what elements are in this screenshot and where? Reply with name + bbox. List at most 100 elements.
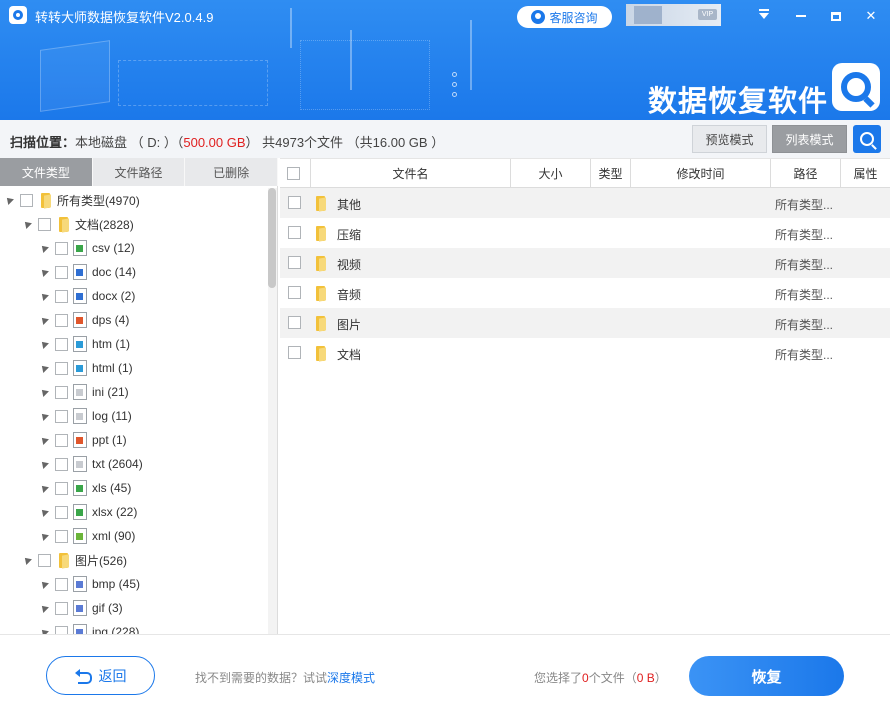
table-row[interactable]: 图片 所有类型...	[280, 308, 890, 338]
expand-arrow-icon[interactable]	[39, 627, 49, 634]
expand-arrow-icon[interactable]	[39, 531, 49, 541]
tab-file-type[interactable]: 文件类型	[0, 158, 93, 186]
expand-arrow-icon[interactable]	[39, 435, 49, 445]
recover-button[interactable]: 恢复	[689, 656, 844, 696]
tree-item-checkbox[interactable]	[55, 529, 68, 543]
minimize-button[interactable]	[790, 6, 812, 26]
tree-item-checkbox[interactable]	[55, 577, 68, 591]
expand-arrow-icon[interactable]	[39, 315, 49, 325]
tree-item-label: xlsx (22)	[92, 505, 138, 519]
deep-mode-link[interactable]: 深度模式	[327, 671, 375, 685]
row-checkbox[interactable]	[288, 286, 301, 299]
table-row[interactable]: 视频 所有类型...	[280, 248, 890, 278]
tree-item[interactable]: 文档(2828)	[0, 212, 268, 236]
tree-item[interactable]: ini (21)	[0, 380, 268, 404]
tree-item-checkbox[interactable]	[55, 337, 68, 351]
expand-arrow-icon[interactable]	[39, 579, 49, 589]
expand-arrow-icon[interactable]	[39, 339, 49, 349]
maximize-button[interactable]	[825, 6, 847, 26]
table-row[interactable]: 文档 所有类型...	[280, 338, 890, 368]
expand-arrow-icon[interactable]	[39, 483, 49, 493]
menu-dropdown-button[interactable]	[753, 6, 775, 26]
tab-file-path[interactable]: 文件路径	[92, 158, 186, 186]
file-type-tree: 所有类型(4970) 文档(2828) csv (12) doc (14) docx (…	[0, 188, 268, 634]
close-button[interactable]: ✕	[860, 6, 882, 26]
expand-arrow-icon[interactable]	[39, 507, 49, 517]
row-checkbox[interactable]	[288, 256, 301, 269]
tree-scrollbar-thumb[interactable]	[268, 188, 276, 288]
doc-file-icon	[73, 264, 87, 280]
tree-item-checkbox[interactable]	[55, 625, 68, 634]
hint-text: 找不到需要的数据？试试	[195, 671, 328, 685]
expand-arrow-icon[interactable]	[39, 603, 49, 613]
tree-item[interactable]: log (11)	[0, 404, 268, 428]
table-row[interactable]: 音频 所有类型...	[280, 278, 890, 308]
tree-item-checkbox[interactable]	[55, 481, 68, 495]
expand-arrow-icon[interactable]	[22, 219, 32, 229]
preview-mode-button[interactable]: 预览模式	[692, 125, 767, 153]
expand-arrow-icon[interactable]	[39, 387, 49, 397]
tree-item-checkbox[interactable]	[55, 601, 68, 615]
customer-service-button[interactable]: 客服咨询	[517, 6, 612, 28]
tree-item-checkbox[interactable]	[55, 457, 68, 471]
tree-item[interactable]: doc (14)	[0, 260, 268, 284]
tree-item-checkbox[interactable]	[55, 289, 68, 303]
select-all-checkbox[interactable]	[287, 167, 300, 180]
decorative-line	[470, 20, 472, 90]
tree-item[interactable]: txt (2604)	[0, 452, 268, 476]
expand-arrow-icon[interactable]	[39, 411, 49, 421]
tree-item[interactable]: gif (3)	[0, 596, 268, 620]
column-header-attributes[interactable]: 属性	[840, 159, 890, 188]
expand-arrow-icon[interactable]	[39, 459, 49, 469]
tree-item-checkbox[interactable]	[38, 553, 51, 567]
row-checkbox[interactable]	[288, 226, 301, 239]
tree-item[interactable]: docx (2)	[0, 284, 268, 308]
tree-item-label: jpg (228)	[92, 625, 140, 634]
expand-arrow-icon[interactable]	[39, 267, 49, 277]
tree-item-checkbox[interactable]	[55, 313, 68, 327]
tree-item-checkbox[interactable]	[55, 409, 68, 423]
expand-arrow-icon[interactable]	[4, 195, 14, 205]
tree-item[interactable]: htm (1)	[0, 332, 268, 356]
back-button[interactable]: 返回	[46, 656, 155, 695]
tree-item-label: dps (4)	[92, 313, 130, 327]
tab-deleted[interactable]: 已删除	[185, 158, 279, 186]
column-header-path[interactable]: 路径	[770, 159, 840, 188]
tree-item-checkbox[interactable]	[55, 265, 68, 279]
row-checkbox[interactable]	[288, 346, 301, 359]
tree-item-checkbox[interactable]	[55, 241, 68, 255]
tree-item-checkbox[interactable]	[55, 433, 68, 447]
row-checkbox[interactable]	[288, 316, 301, 329]
expand-arrow-icon[interactable]	[22, 555, 32, 565]
tree-item[interactable]: 所有类型(4970)	[0, 188, 268, 212]
list-mode-button[interactable]: 列表模式	[772, 125, 847, 153]
search-button[interactable]	[853, 125, 881, 153]
deep-scan-hint: 找不到需要的数据？试试深度模式	[195, 669, 375, 686]
tree-item[interactable]: xml (90)	[0, 524, 268, 548]
tree-item[interactable]: html (1)	[0, 356, 268, 380]
tree-item[interactable]: bmp (45)	[0, 572, 268, 596]
column-header-size[interactable]: 大小	[510, 159, 590, 188]
column-header-modified[interactable]: 修改时间	[630, 159, 770, 188]
tree-item[interactable]: jpg (228)	[0, 620, 268, 634]
tree-item[interactable]: dps (4)	[0, 308, 268, 332]
selected-size: 0 B	[636, 671, 655, 685]
expand-arrow-icon[interactable]	[39, 291, 49, 301]
tree-item-checkbox[interactable]	[20, 193, 33, 207]
expand-arrow-icon[interactable]	[39, 363, 49, 373]
table-row[interactable]: 压缩 所有类型...	[280, 218, 890, 248]
tree-item-checkbox[interactable]	[55, 361, 68, 375]
row-checkbox[interactable]	[288, 196, 301, 209]
table-row[interactable]: 其他 所有类型...	[280, 188, 890, 218]
column-header-name[interactable]: 文件名	[310, 159, 510, 188]
tree-item-checkbox[interactable]	[55, 385, 68, 399]
tree-item[interactable]: 图片(526)	[0, 548, 268, 572]
column-header-type[interactable]: 类型	[590, 159, 630, 188]
tree-item-checkbox[interactable]	[38, 217, 51, 231]
expand-arrow-icon[interactable]	[39, 243, 49, 253]
tree-item[interactable]: xlsx (22)	[0, 500, 268, 524]
tree-item[interactable]: ppt (1)	[0, 428, 268, 452]
tree-item[interactable]: csv (12)	[0, 236, 268, 260]
tree-item[interactable]: xls (45)	[0, 476, 268, 500]
tree-item-checkbox[interactable]	[55, 505, 68, 519]
